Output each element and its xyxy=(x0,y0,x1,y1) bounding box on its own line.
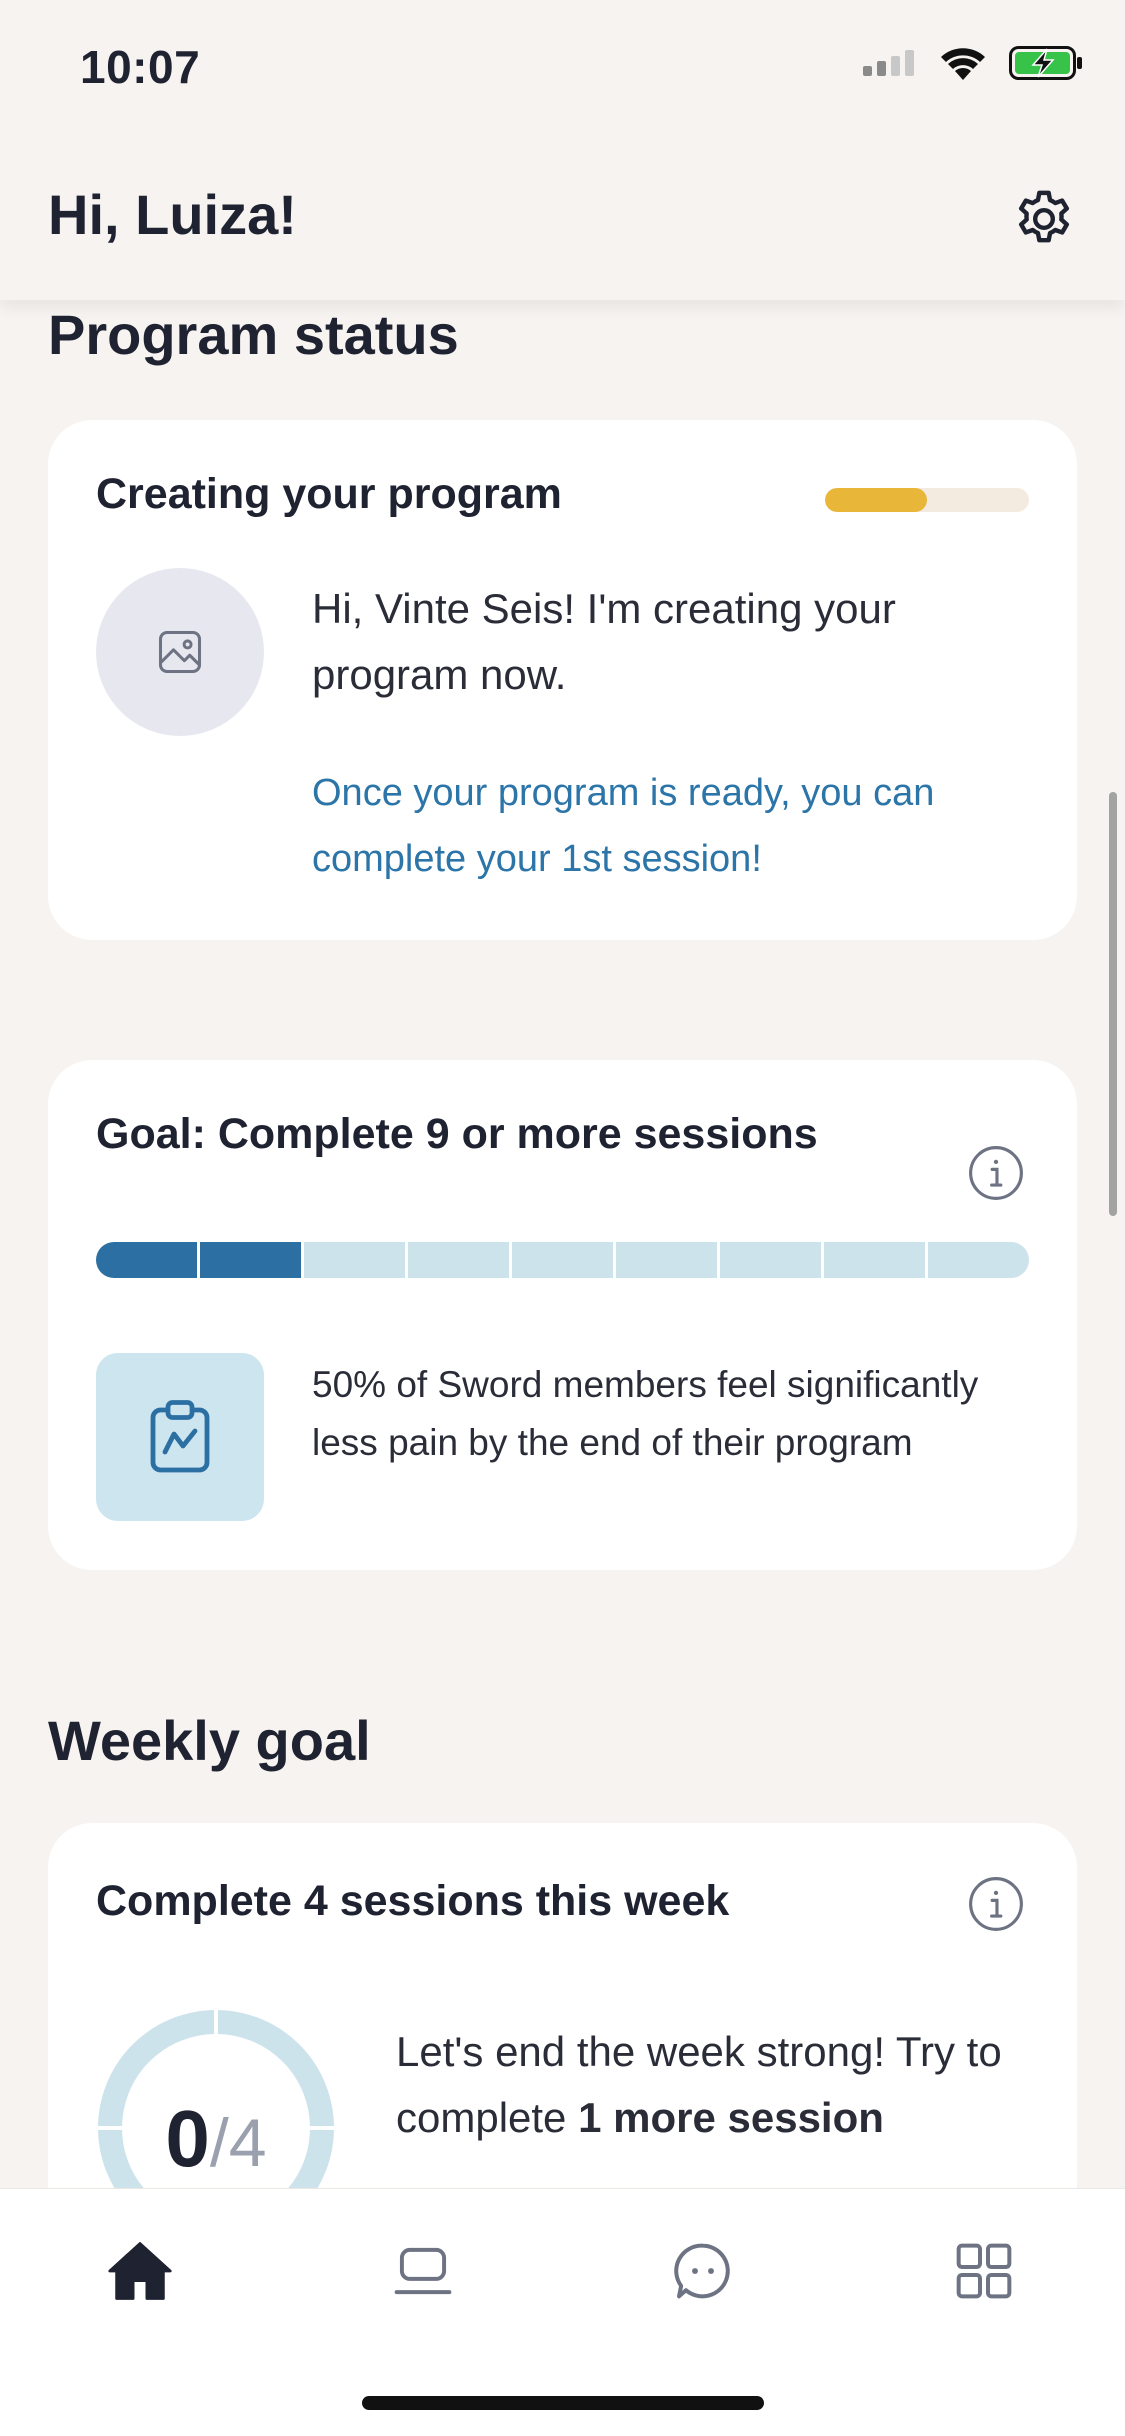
status-time: 10:07 xyxy=(80,41,201,93)
progress-segment-completed xyxy=(96,1242,197,1278)
battery-charging-icon xyxy=(1009,46,1082,80)
wifi-icon xyxy=(941,48,985,80)
program-creation-progress-fill xyxy=(825,488,927,512)
weekly-sessions-count: 0/4 xyxy=(96,2093,336,2185)
tab-chat[interactable] xyxy=(663,2231,743,2311)
greeting-title: Hi, Luiza! xyxy=(48,183,297,246)
info-icon[interactable] xyxy=(967,1875,1025,1933)
weekly-message: Let's end the week strong! Try to comple… xyxy=(396,2019,1046,2151)
sessions-progress-bar xyxy=(96,1242,1029,1278)
home-scroll-content[interactable]: Program status Creating your program Hi,… xyxy=(0,300,1125,2188)
grid-icon xyxy=(956,2243,1012,2299)
app-header: Hi, Luiza! xyxy=(0,140,1125,300)
laptop-icon xyxy=(394,2247,452,2295)
progress-segment-empty xyxy=(720,1242,821,1278)
program-status-title: Program status xyxy=(48,303,459,366)
tab-home[interactable] xyxy=(100,2231,180,2311)
program-creation-card[interactable]: Creating your program Hi, Vinte Seis! I'… xyxy=(48,420,1077,940)
weekly-completed-count: 0 xyxy=(165,2094,210,2183)
sessions-goal-card[interactable]: Goal: Complete 9 or more sessions 50% of… xyxy=(48,1060,1077,1570)
weekly-goal-title: Weekly goal xyxy=(48,1709,371,1772)
progress-segment-empty xyxy=(824,1242,925,1278)
program-card-title: Creating your program xyxy=(96,470,562,518)
progress-segment-empty xyxy=(928,1242,1029,1278)
tab-sessions[interactable] xyxy=(383,2231,463,2311)
clipboard-badge xyxy=(96,1353,264,1521)
chat-icon xyxy=(674,2243,730,2299)
progress-segment-empty xyxy=(408,1242,509,1278)
home-indicator xyxy=(362,2396,764,2410)
image-placeholder-icon xyxy=(158,630,202,674)
status-bar: 10:07 xyxy=(0,0,1125,140)
weekly-total-count: /4 xyxy=(209,2105,267,2181)
weekly-card-title: Complete 4 sessions this week xyxy=(96,1877,730,1925)
goal-card-title: Goal: Complete 9 or more sessions xyxy=(96,1110,818,1158)
progress-segment-empty xyxy=(304,1242,405,1278)
status-icons xyxy=(863,46,1083,80)
member-pain-fact: 50% of Sword members feel significantly … xyxy=(312,1364,979,1463)
tab-more[interactable] xyxy=(944,2231,1024,2311)
vertical-scrollbar[interactable] xyxy=(1109,792,1117,1216)
progress-segment-empty xyxy=(512,1242,613,1278)
program-ready-note: Once your program is ready, you can comp… xyxy=(312,772,935,880)
home-icon xyxy=(108,2242,172,2300)
progress-segment-completed xyxy=(200,1242,301,1278)
coach-avatar xyxy=(96,568,264,736)
clipboard-chart-icon xyxy=(150,1400,210,1473)
weekly-goal-card[interactable]: Complete 4 sessions this week 0/4 Let's … xyxy=(48,1823,1077,2188)
coach-message: Hi, Vinte Seis! I'm creating your progra… xyxy=(312,585,896,698)
cellular-signal-icon xyxy=(863,50,914,76)
settings-gear-icon[interactable] xyxy=(1011,186,1077,252)
info-icon[interactable] xyxy=(967,1144,1025,1202)
weekly-message-bold: 1 more session xyxy=(578,2094,884,2141)
progress-segment-empty xyxy=(616,1242,717,1278)
program-creation-progress xyxy=(825,488,1029,512)
